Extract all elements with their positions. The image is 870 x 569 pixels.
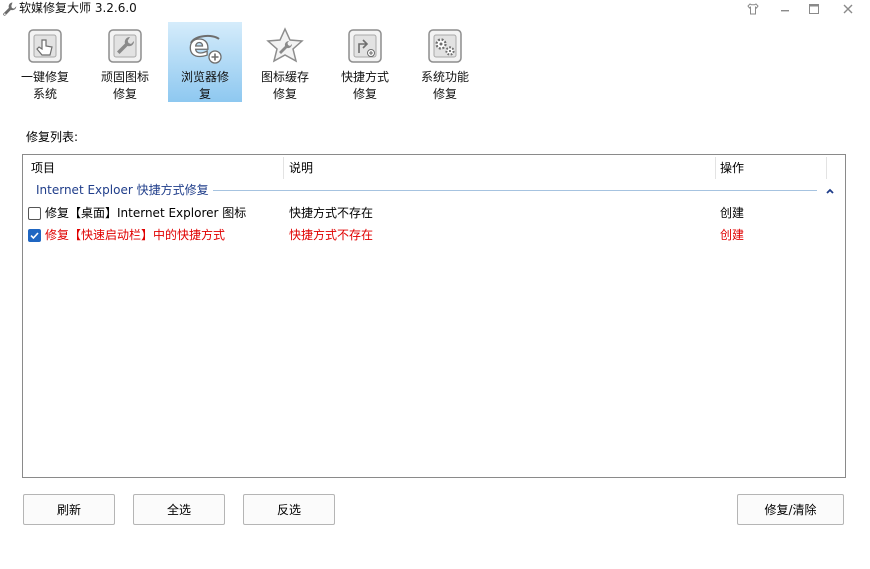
row-item-text: 修复【快速启动栏】中的快捷方式 (45, 228, 226, 242)
tool-shortcut-repair[interactable]: 快捷方式 修复 (328, 22, 402, 102)
browser-repair-icon: e (188, 28, 222, 65)
refresh-button[interactable]: 刷新 (23, 494, 115, 525)
window-title: 软媒修复大师 3.2.6.0 (19, 1, 137, 15)
tool-label: 浏览器修 复 (180, 70, 229, 101)
tool-browser-repair[interactable]: e 浏览器修 复 (168, 22, 242, 102)
row-action: 创建 (720, 228, 745, 242)
tool-system-function-repair[interactable]: 系统功能 修复 (408, 22, 482, 102)
system-function-repair-icon (428, 29, 462, 63)
invert-selection-button[interactable]: 反选 (243, 494, 335, 525)
column-divider[interactable] (826, 157, 827, 179)
stubborn-icon-repair-icon (108, 29, 142, 63)
column-header-action[interactable]: 操作 (720, 155, 744, 181)
tool-label: 一键修复 系统 (20, 70, 69, 101)
tool-label: 系统功能 修复 (420, 70, 469, 101)
tool-one-click-repair[interactable]: 一键修复 系统 (8, 22, 82, 102)
select-all-button[interactable]: 全选 (133, 494, 225, 525)
column-divider[interactable] (715, 157, 716, 179)
minimize-icon[interactable] (777, 1, 793, 17)
list-header: 项目 说明 操作 (23, 155, 845, 181)
row-checkbox-checked[interactable] (28, 229, 41, 242)
tool-icon-cache-repair[interactable]: 图标缓存 修复 (248, 22, 322, 102)
list-item[interactable]: 修复【桌面】Internet Explorer 图标 快捷方式不存在 创建 (23, 202, 845, 224)
tool-label: 图标缓存 修复 (260, 70, 309, 101)
row-description: 快捷方式不存在 (289, 206, 374, 220)
row-description: 快捷方式不存在 (289, 228, 374, 242)
title-bar: 软媒修复大师 3.2.6.0 (0, 0, 870, 20)
tool-label: 快捷方式 修复 (340, 70, 389, 101)
repair-clear-button[interactable]: 修复/清除 (737, 494, 844, 525)
column-header-item[interactable]: 项目 (31, 155, 55, 181)
maximize-icon[interactable] (806, 1, 822, 17)
column-divider[interactable] (283, 157, 284, 179)
row-item-text: 修复【桌面】Internet Explorer 图标 (45, 206, 247, 220)
svg-text:e: e (189, 29, 209, 64)
wrench-icon (3, 2, 17, 16)
shortcut-repair-icon (348, 29, 382, 63)
checkmark-icon (30, 232, 39, 240)
icon-cache-repair-icon (266, 27, 304, 63)
group-divider-line (209, 190, 817, 191)
row-action: 创建 (720, 206, 745, 220)
group-label: Internet Exploer 快捷方式修复 (36, 182, 213, 198)
row-checkbox[interactable] (28, 207, 41, 220)
skin-icon[interactable] (745, 1, 761, 17)
list-caption: 修复列表: (26, 130, 79, 144)
tool-stubborn-icon-repair[interactable]: 顽固图标 修复 (88, 22, 162, 102)
tool-label: 顽固图标 修复 (100, 70, 149, 101)
one-click-repair-icon (28, 29, 62, 63)
column-header-description[interactable]: 说明 (289, 155, 313, 181)
repair-list[interactable]: 项目 说明 操作 Internet Exploer 快捷方式修复 修复【桌面】I… (22, 154, 846, 478)
list-group: Internet Exploer 快捷方式修复 (23, 181, 845, 201)
list-item[interactable]: 修复【快速启动栏】中的快捷方式 快捷方式不存在 创建 (23, 224, 845, 246)
chevron-up-icon[interactable] (823, 184, 837, 198)
close-icon[interactable] (840, 1, 856, 17)
